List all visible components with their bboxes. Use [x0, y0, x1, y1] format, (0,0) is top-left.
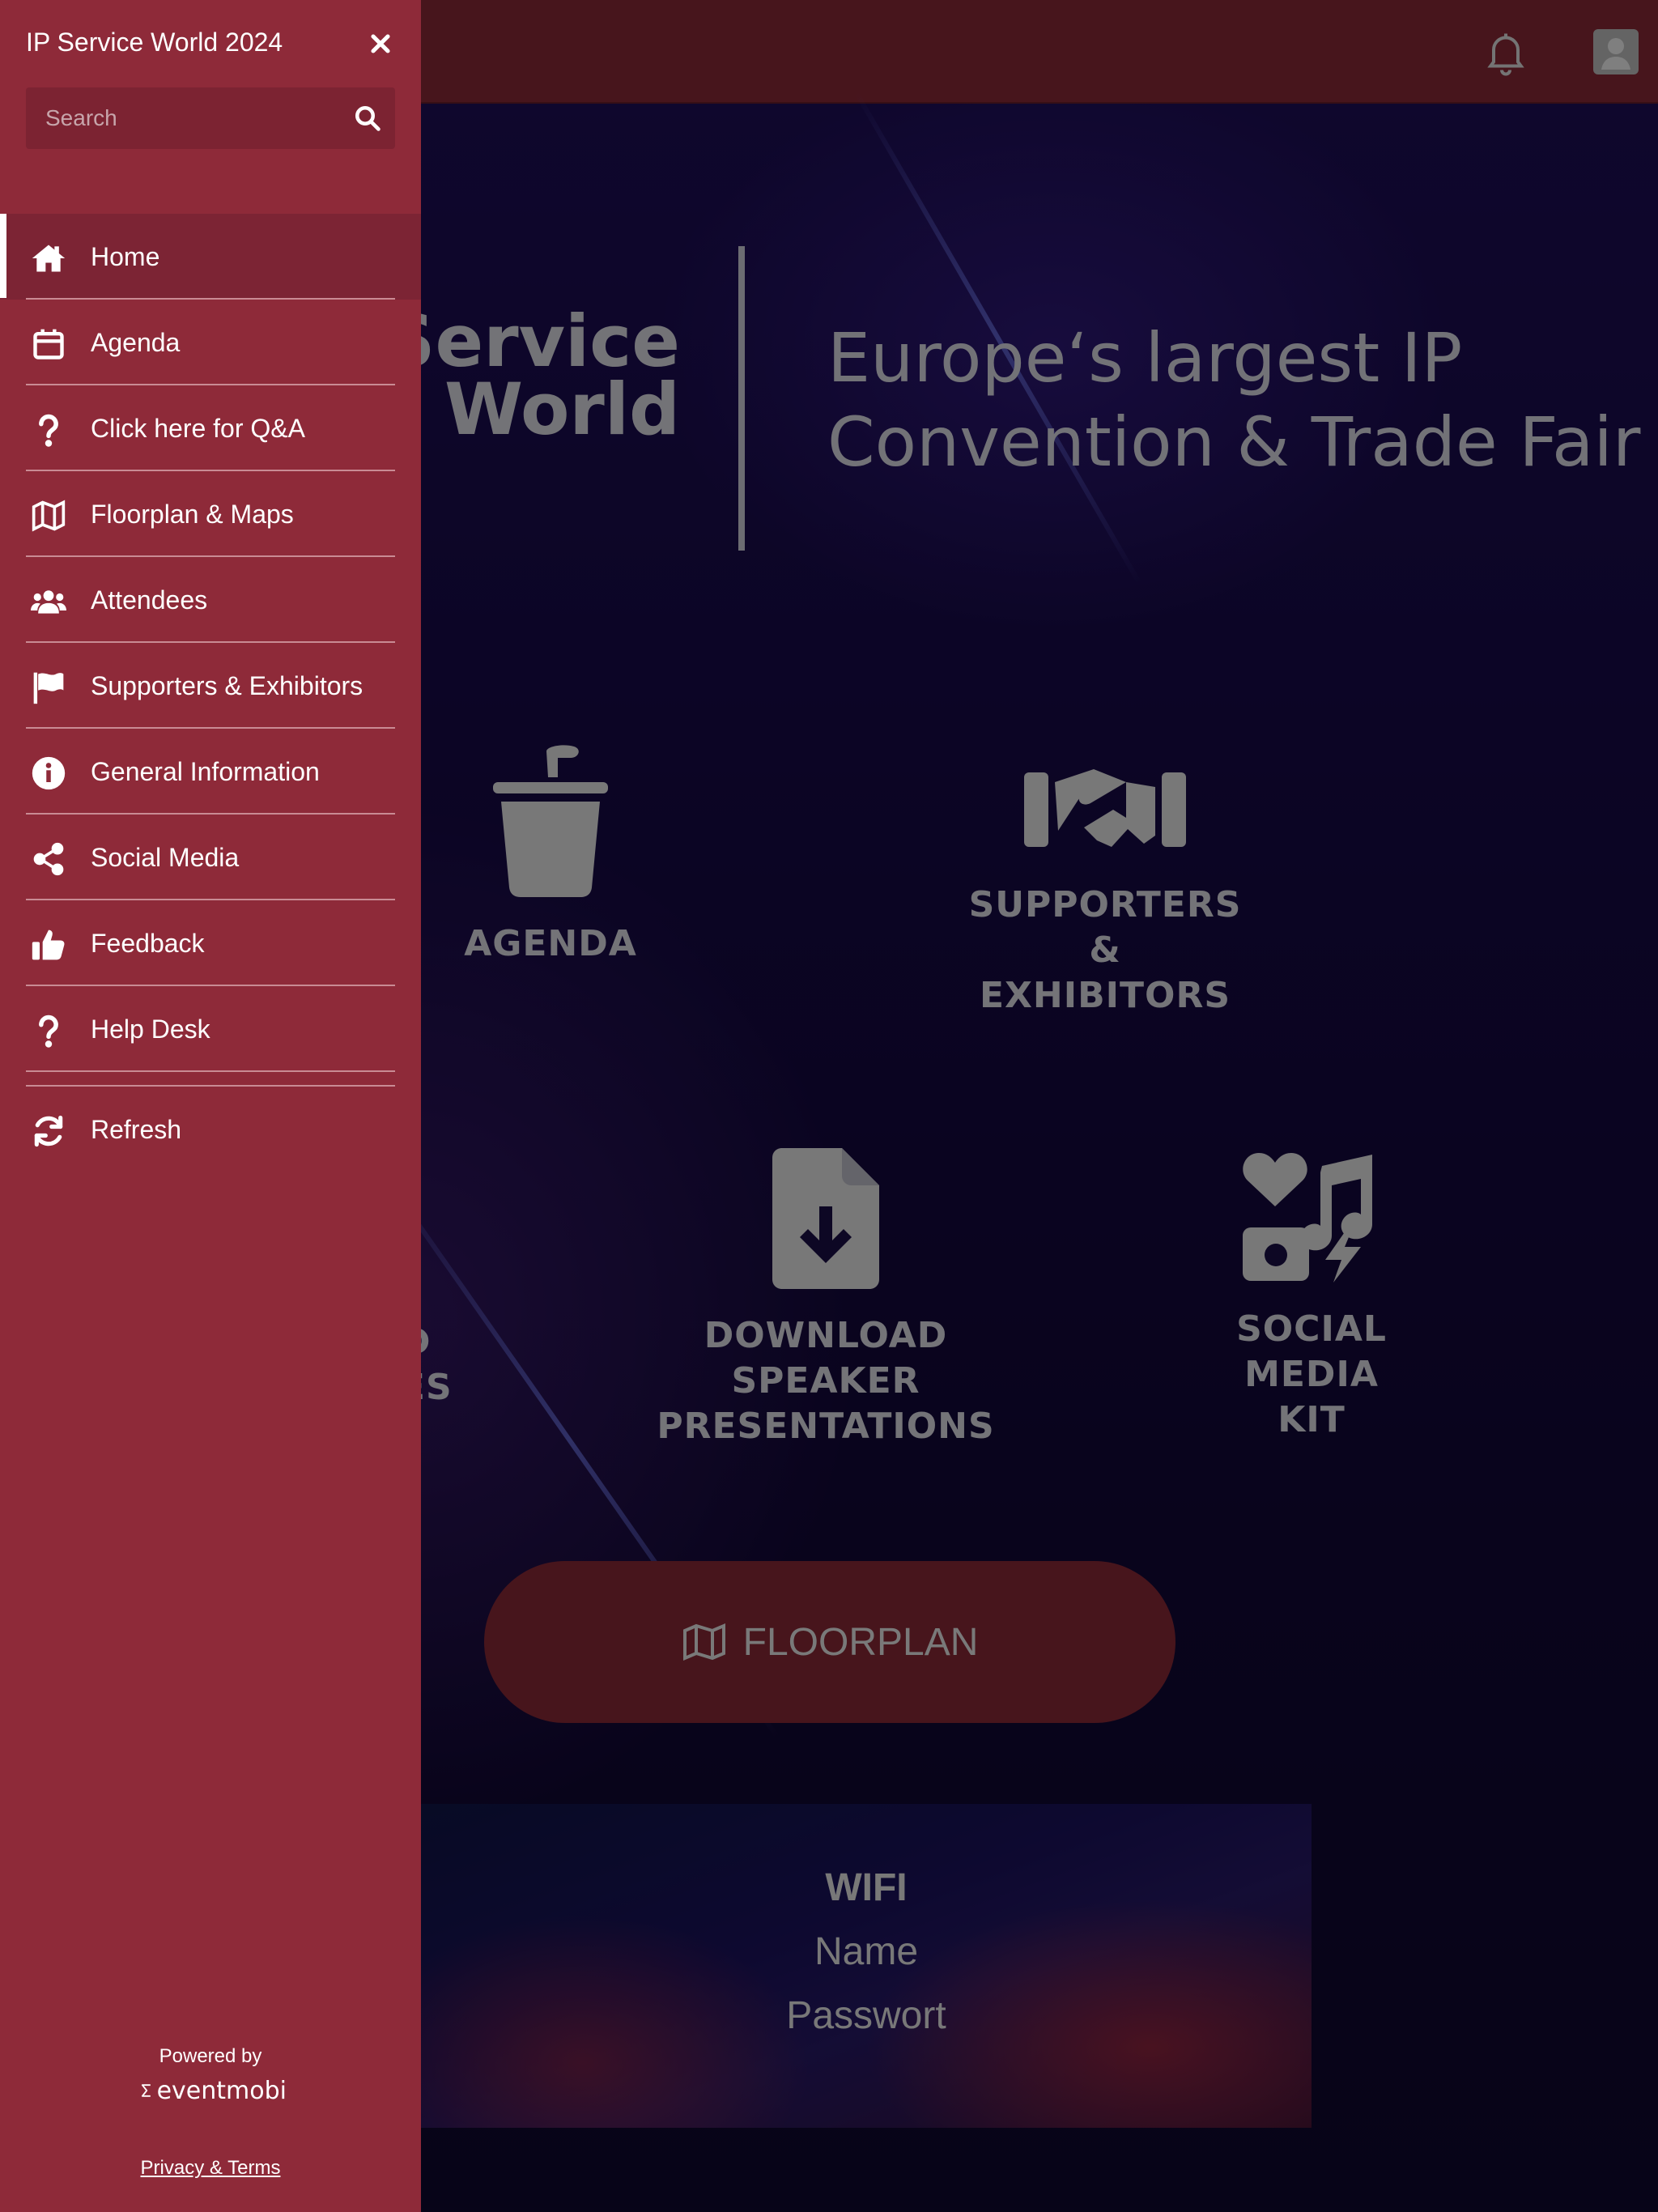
nav-item-label: Refresh	[91, 1114, 182, 1144]
close-icon[interactable]	[366, 29, 395, 58]
nav-item-supporters[interactable]: Supporters & Exhibitors	[0, 643, 421, 729]
home-icon	[32, 245, 66, 272]
nav-item-label: Help Desk	[91, 1014, 210, 1044]
nav-item-label: Feedback	[91, 928, 205, 958]
nav-item-label: General Information	[91, 756, 320, 786]
nav-item-qa[interactable]: Click here for Q&A	[0, 385, 421, 471]
drawer-nav: Home Agenda Click here for Q&A Floorplan…	[0, 214, 421, 1172]
search-icon[interactable]	[353, 104, 382, 133]
nav-item-refresh[interactable]: Refresh	[0, 1087, 421, 1172]
search-box	[26, 87, 395, 149]
nav-item-label: Social Media	[91, 842, 240, 872]
side-drawer: IP Service World 2024 Home Agenda Click …	[0, 0, 421, 2212]
eventmobi-logo-icon	[141, 2084, 151, 2097]
flag-icon	[33, 672, 64, 704]
search-input[interactable]	[26, 87, 334, 149]
nav-item-agenda[interactable]: Agenda	[0, 300, 421, 385]
nav-item-label: Agenda	[91, 327, 181, 357]
powered-by-text: Powered by	[159, 2045, 262, 2067]
refresh-icon	[34, 1115, 63, 1147]
share-icon	[33, 842, 64, 876]
drawer-title: IP Service World 2024	[26, 28, 283, 57]
thumbs-up-icon	[32, 929, 65, 960]
nav-separator	[0, 1072, 421, 1087]
privacy-terms-link[interactable]: Privacy & Terms	[0, 2157, 421, 2180]
map-icon	[32, 500, 66, 532]
nav-item-general-info[interactable]: General Information	[0, 729, 421, 815]
nav-item-home[interactable]: Home	[0, 214, 421, 300]
question-icon	[39, 1015, 58, 1048]
info-icon	[32, 756, 66, 790]
nav-item-feedback[interactable]: Feedback	[0, 900, 421, 986]
nav-item-label: Supporters & Exhibitors	[91, 670, 363, 700]
nav-item-floorplan[interactable]: Floorplan & Maps	[0, 471, 421, 557]
nav-item-attendees[interactable]: Attendees	[0, 557, 421, 643]
eventmobi-wordmark: eventmobi	[156, 2076, 287, 2105]
question-icon	[39, 414, 58, 447]
nav-item-label: Home	[91, 241, 160, 271]
nav-item-label: Attendees	[91, 585, 208, 615]
calendar-icon	[33, 329, 64, 359]
nav-item-help-desk[interactable]: Help Desk	[0, 986, 421, 1072]
nav-item-social-media[interactable]: Social Media	[0, 815, 421, 900]
users-icon	[31, 590, 66, 614]
nav-item-label: Floorplan & Maps	[91, 499, 294, 529]
nav-item-label: Click here for Q&A	[91, 413, 305, 443]
eventmobi-logo[interactable]: eventmobi	[141, 2073, 287, 2108]
